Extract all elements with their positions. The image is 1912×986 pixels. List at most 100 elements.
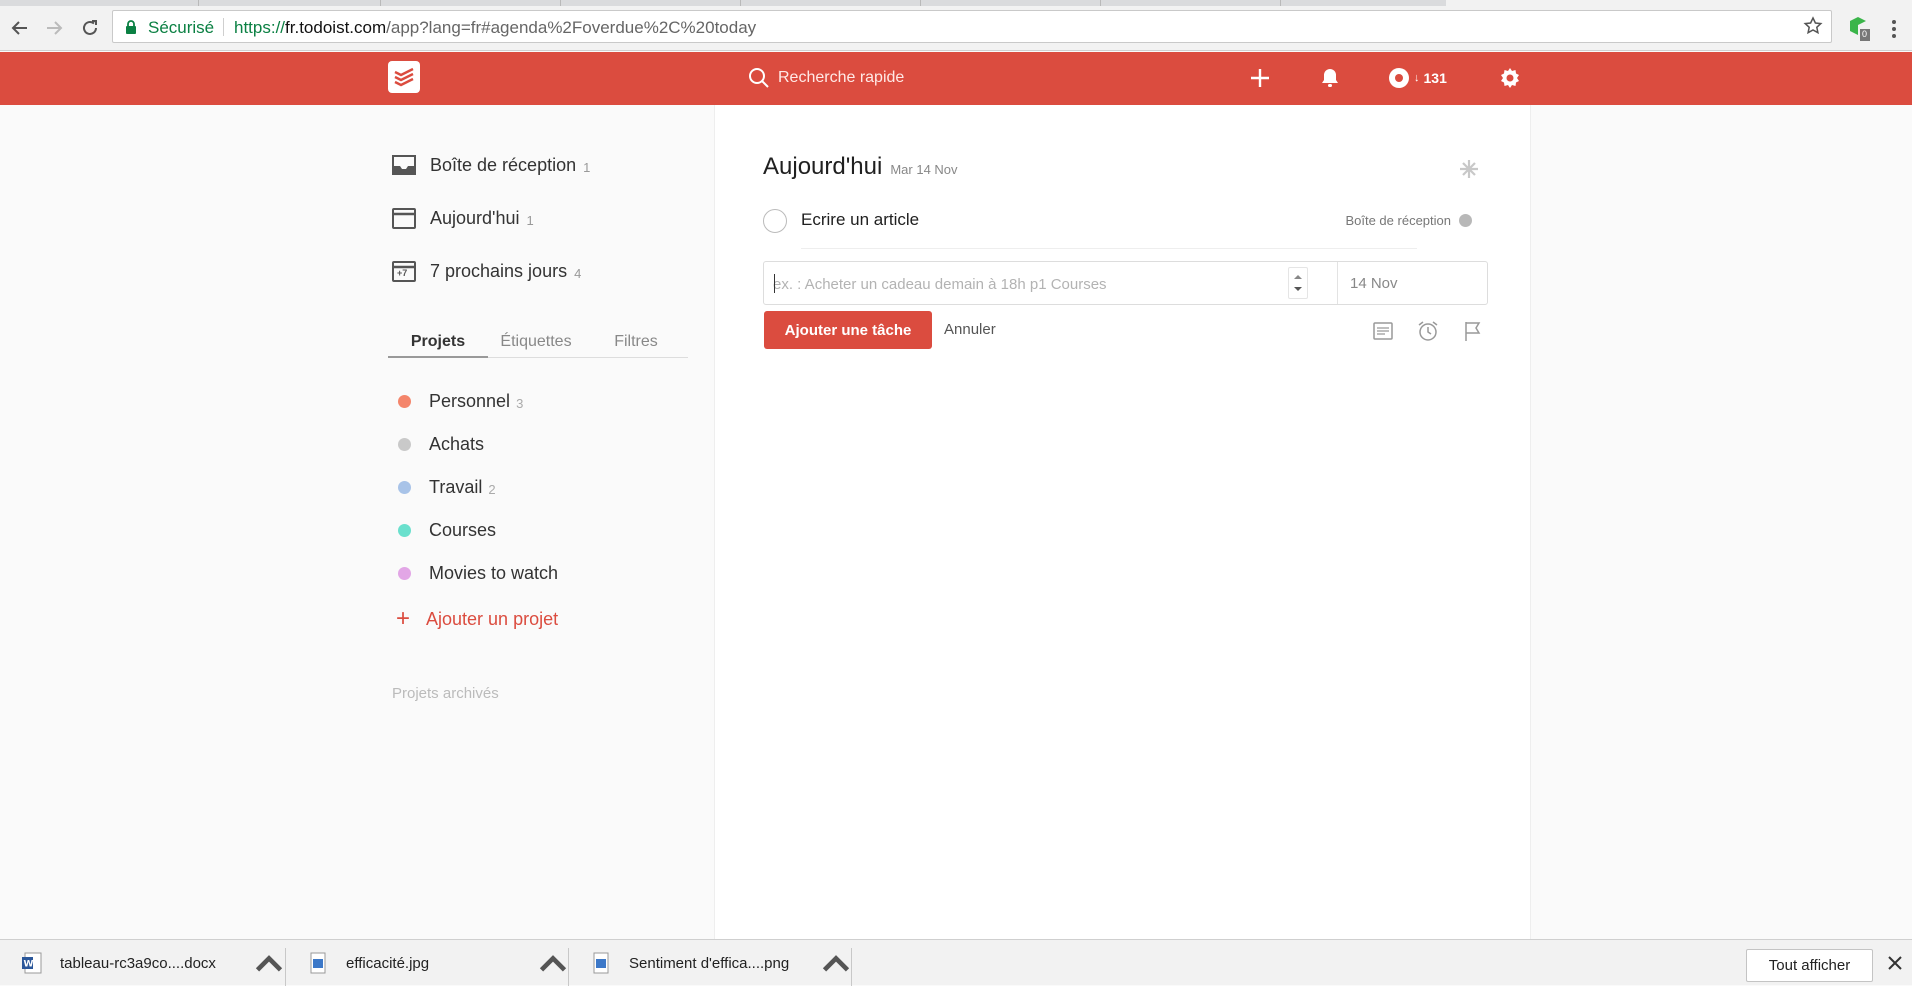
- task-project-label: Boîte de réception: [1345, 213, 1451, 228]
- download-shelf: W tableau-rc3a9co....docx efficacité.jpg…: [0, 939, 1912, 986]
- karma-score: 131: [1423, 70, 1447, 86]
- tab-filters[interactable]: Filtres: [586, 333, 686, 351]
- bookmark-star-icon[interactable]: [1803, 16, 1823, 36]
- page-title: Aujourd'hui: [763, 153, 883, 180]
- project-tabs: Projets Étiquettes Filtres: [388, 327, 688, 358]
- search-icon: [749, 68, 769, 88]
- add-project-label: Ajouter un projet: [426, 608, 559, 629]
- forward-button[interactable]: [40, 14, 68, 42]
- page-date: Mar 14 Nov: [890, 162, 958, 177]
- filter-label: Boîte de réception: [430, 154, 577, 175]
- url-text[interactable]: https://fr.todoist.com/app?lang=fr#agend…: [234, 18, 756, 38]
- task-project[interactable]: Boîte de réception: [1345, 213, 1472, 228]
- filter-count: 4: [574, 265, 582, 281]
- svg-text:W: W: [24, 960, 34, 970]
- filter-count: 1: [526, 212, 534, 228]
- project-item-travail[interactable]: Travail 2: [398, 473, 496, 501]
- comments-button[interactable]: [1371, 319, 1395, 343]
- reminder-button[interactable]: [1416, 319, 1440, 343]
- pin-icon[interactable]: [1457, 157, 1481, 181]
- download-item[interactable]: efficacité.jpg: [308, 940, 429, 986]
- filter-label: 7 prochains jours: [430, 260, 568, 281]
- download-filename: tableau-rc3a9co....docx: [60, 954, 216, 972]
- add-project-button[interactable]: + Ajouter un projet: [396, 605, 558, 633]
- image-file-icon: [593, 952, 609, 974]
- karma-indicator[interactable]: ↓ 131: [1388, 66, 1447, 90]
- download-divider: [568, 948, 569, 986]
- back-arrow-icon: [11, 21, 27, 35]
- tab-projects[interactable]: Projets: [388, 333, 488, 351]
- todoist-logo-icon: [394, 67, 414, 87]
- project-item-achats[interactable]: Achats: [398, 430, 484, 458]
- project-color-dot: [398, 480, 411, 494]
- text-caret: [774, 274, 775, 293]
- project-item-movies-to-watch[interactable]: Movies to watch: [398, 559, 558, 587]
- reload-button[interactable]: [76, 14, 104, 42]
- address-bar[interactable]: Sécurisé https://fr.todoist.com/app?lang…: [112, 10, 1832, 43]
- task-editor: [763, 261, 1488, 305]
- plus-icon: [1251, 69, 1269, 87]
- lock-icon: [126, 20, 136, 34]
- active-tab-underline: [388, 356, 488, 358]
- project-label: Travail: [429, 476, 483, 497]
- app-top-bar: Recherche rapide ↓ 131: [0, 52, 1912, 105]
- up-down-arrows-icon: [1294, 275, 1302, 291]
- filter-label: Aujourd'hui: [430, 207, 520, 228]
- secure-label: Sécurisé: [148, 18, 215, 37]
- extension-badge: 0: [1862, 29, 1868, 39]
- chevron-up-icon[interactable]: [813, 940, 859, 986]
- todoist-logo[interactable]: [388, 61, 420, 93]
- project-color-dot: [398, 566, 411, 580]
- download-item[interactable]: W tableau-rc3a9co....docx: [22, 940, 216, 986]
- main-content: Aujourd'hui Mar 14 Nov Ecrire un article…: [714, 105, 1531, 939]
- project-label: Courses: [429, 519, 497, 540]
- project-color-dot: [398, 523, 411, 537]
- filter-count: 1: [583, 159, 591, 175]
- url-path: /app?lang=fr#agenda%2Foverdue%2C%20today: [386, 18, 757, 37]
- task-checkbox[interactable]: [763, 209, 787, 233]
- project-color-dot: [398, 394, 411, 408]
- word-file-icon: W: [22, 952, 42, 974]
- alarm-clock-icon: [1418, 321, 1438, 341]
- due-date-input[interactable]: [1350, 275, 1470, 292]
- image-file-icon: [310, 952, 326, 974]
- quick-search[interactable]: Recherche rapide: [748, 65, 904, 91]
- priority-button[interactable]: [1461, 319, 1485, 343]
- chevron-up-icon[interactable]: [530, 940, 576, 986]
- archived-projects-link[interactable]: Projets archivés: [392, 685, 499, 702]
- task-project-dot: [1459, 214, 1472, 227]
- task-content[interactable]: Ecrire un article: [801, 210, 919, 230]
- show-all-downloads-button[interactable]: Tout afficher: [1746, 949, 1873, 982]
- extension-puzzle-icon: [1850, 17, 1870, 41]
- project-count: 2: [488, 481, 496, 497]
- filter-today[interactable]: Aujourd'hui 1: [390, 203, 534, 233]
- url-scheme: https://: [234, 18, 286, 37]
- kebab-menu-icon: [1892, 20, 1896, 38]
- notifications-button[interactable]: [1318, 66, 1342, 90]
- editor-scroll-arrows[interactable]: [1288, 267, 1308, 299]
- editor-divider: [1337, 262, 1338, 304]
- close-icon[interactable]: [1886, 954, 1904, 972]
- browser-menu-button[interactable]: [1886, 18, 1902, 40]
- filter-inbox[interactable]: Boîte de réception 1: [390, 150, 590, 180]
- project-label: Movies to watch: [429, 562, 559, 583]
- calendar-today-icon: [390, 205, 418, 231]
- project-color-dot: [398, 437, 411, 451]
- add-task-button[interactable]: Ajouter une tâche: [764, 311, 932, 349]
- tab-labels[interactable]: Étiquettes: [486, 333, 586, 351]
- extension-icon[interactable]: 0: [1846, 15, 1872, 43]
- project-label: Personnel: [429, 390, 511, 411]
- task-content-input[interactable]: [773, 273, 1293, 295]
- project-label: Achats: [429, 433, 485, 454]
- project-item-courses[interactable]: Courses: [398, 516, 496, 544]
- karma-trend-icon: ↓: [1414, 72, 1420, 84]
- project-item-personnel[interactable]: Personnel 3: [398, 387, 523, 415]
- download-item[interactable]: Sentiment d'effica....png: [591, 940, 789, 986]
- settings-button[interactable]: [1498, 66, 1522, 90]
- back-button[interactable]: [6, 14, 34, 42]
- calendar-week-icon: +7: [390, 258, 418, 284]
- filter-next-7-days[interactable]: +7 7 prochains jours 4: [390, 256, 581, 286]
- task-divider: [801, 248, 1417, 249]
- cancel-button[interactable]: Annuler: [944, 321, 996, 338]
- quick-add-button[interactable]: [1248, 66, 1272, 90]
